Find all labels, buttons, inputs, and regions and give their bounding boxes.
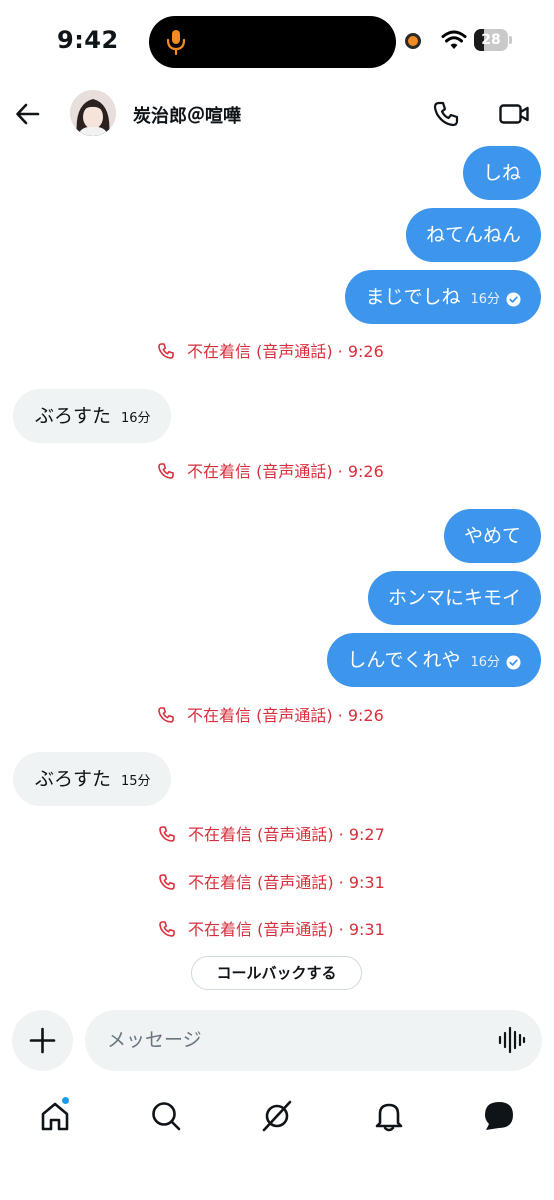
message-time: 16分 [470, 292, 500, 307]
plus-icon [29, 1027, 56, 1054]
avatar-image [70, 90, 116, 136]
microphone-icon [166, 30, 186, 56]
dynamic-island [149, 16, 396, 68]
message-time: 16分 [470, 655, 500, 670]
missed-call-icon [158, 342, 174, 359]
message-text: しね [482, 162, 521, 184]
grok-icon[interactable] [260, 1099, 294, 1133]
battery-indicator: 28 [474, 29, 512, 51]
back-arrow-icon[interactable] [14, 100, 42, 128]
message-text: やめて [463, 525, 521, 547]
search-icon[interactable] [149, 1099, 183, 1133]
missed-call-notice: 不在着信 (音声通話) · 9:27 [158, 822, 385, 848]
missed-call-notice: 不在着信 (音声通話) · 9:31 [158, 917, 385, 943]
missed-call-icon [158, 706, 174, 723]
message-time: 15分 [121, 774, 151, 789]
message-input-placeholder: メッセージ [107, 1029, 202, 1051]
messages-icon[interactable] [482, 1099, 516, 1133]
message-text: ホンマにキモイ [387, 587, 521, 609]
received-message[interactable]: ぶろすた 16分 [13, 389, 171, 443]
notifications-icon[interactable] [372, 1099, 406, 1133]
voice-message-icon[interactable] [498, 1026, 526, 1054]
contact-name[interactable]: 炭治郎＠喧嘩 [133, 102, 241, 128]
message-text: ぶろすた [35, 768, 112, 790]
phone-icon[interactable] [432, 100, 460, 128]
missed-call-text: 不在着信 (音声通話) · 9:27 [188, 825, 385, 844]
status-time: 9:42 [57, 26, 119, 54]
sent-message[interactable]: しね [462, 146, 541, 200]
add-attachment-button[interactable] [12, 1010, 73, 1071]
battery-percent: 28 [481, 32, 501, 48]
message-text: しんでくれや [347, 649, 461, 671]
read-check-icon [506, 655, 521, 670]
wifi-icon [441, 30, 467, 49]
video-call-icon[interactable] [498, 100, 530, 128]
sent-message[interactable]: ねてんねん [405, 208, 541, 262]
status-bar: 9:42 28 [0, 0, 554, 84]
message-text: ぶろすた [35, 405, 112, 427]
received-message[interactable]: ぶろすた 15分 [13, 752, 171, 806]
message-text: まじでしね [365, 286, 461, 308]
message-time: 16分 [121, 411, 151, 426]
missed-call-icon [158, 462, 174, 479]
message-text: ねてんねん [425, 224, 521, 246]
missed-call-icon [159, 873, 175, 890]
home-notification-dot [61, 1096, 70, 1105]
missed-call-notice: 不在着信 (音声通話) · 9:26 [157, 703, 384, 729]
sent-message[interactable]: しんでくれや 16分 [327, 633, 541, 687]
sent-message[interactable]: やめて [443, 509, 541, 563]
missed-call-icon [159, 825, 175, 842]
bottom-nav [0, 1085, 554, 1155]
missed-call-notice: 不在着信 (音声通話) · 9:26 [157, 339, 384, 365]
callback-button[interactable]: コールバックする [191, 956, 362, 990]
sent-message[interactable]: まじでしね 16分 [345, 270, 541, 324]
missed-call-text: 不在着信 (音声通話) · 9:26 [187, 462, 384, 481]
sent-message[interactable]: ホンマにキモイ [367, 571, 541, 625]
missed-call-text: 不在着信 (音声通話) · 9:26 [187, 342, 384, 361]
missed-call-icon [159, 920, 175, 937]
missed-call-text: 不在着信 (音声通話) · 9:31 [188, 873, 385, 892]
missed-call-notice: 不在着信 (音声通話) · 9:31 [158, 870, 385, 896]
missed-call-notice: 不在着信 (音声通話) · 9:26 [157, 459, 384, 485]
missed-call-text: 不在着信 (音声通話) · 9:31 [188, 920, 385, 939]
conversation-header: 炭治郎＠喧嘩 [0, 88, 554, 144]
message-input[interactable]: メッセージ [85, 1010, 542, 1071]
avatar[interactable] [70, 90, 116, 136]
read-check-icon [506, 292, 521, 307]
missed-call-text: 不在着信 (音声通話) · 9:26 [187, 706, 384, 725]
recording-indicator [405, 33, 421, 49]
